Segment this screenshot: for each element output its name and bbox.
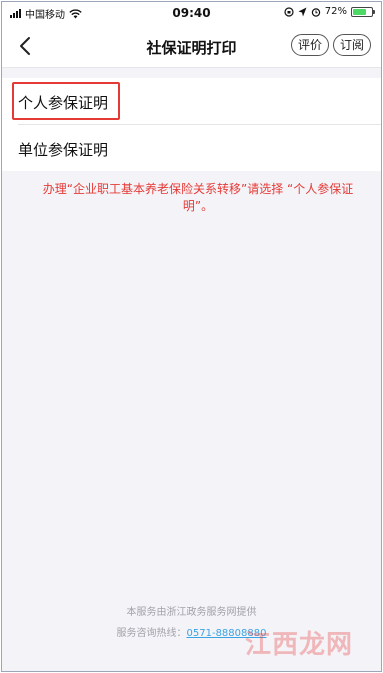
phone-screen: 中国移动 09:40 72% 社保证明打印 评价 订阅 个人参保证明 单位参保证…	[1, 1, 382, 672]
alarm-icon	[311, 7, 320, 17]
hotline-label: 服务咨询热线：	[116, 628, 187, 639]
battery-fill	[353, 8, 366, 15]
list-item-unit-certificate[interactable]: 单位参保证明	[2, 125, 381, 171]
rate-button[interactable]: 评价	[290, 34, 329, 56]
list-item-personal-certificate[interactable]: 个人参保证明	[2, 78, 381, 124]
rotation-lock-icon	[284, 6, 294, 17]
watermark: 江西龙网	[244, 630, 353, 660]
location-icon	[298, 7, 307, 16]
list-item-label: 个人参保证明	[18, 94, 109, 112]
status-bar: 中国移动 09:40 72%	[2, 2, 381, 24]
footer-provider: 本服务由浙江政务服务网提供	[126, 607, 257, 618]
battery-percent: 72%	[324, 6, 347, 17]
certificate-list: 个人参保证明 单位参保证明	[2, 78, 381, 171]
status-right: 72%	[284, 6, 375, 17]
nav-bar: 社保证明打印 评价 订阅	[2, 24, 381, 68]
list-item-label: 单位参保证明	[18, 141, 109, 159]
battery-icon	[351, 6, 375, 17]
notice-text: 办理“企业职工基本养老保险关系转移”请选择 “个人参保证明”。	[42, 182, 354, 213]
subscribe-button[interactable]: 订阅	[332, 34, 371, 56]
